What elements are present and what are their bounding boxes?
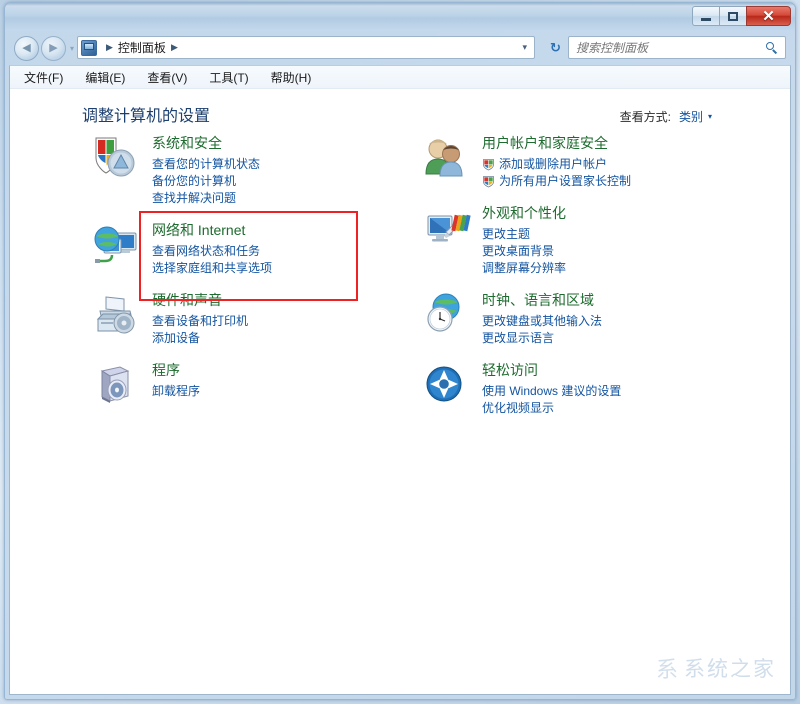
clock-region-icon [420, 289, 478, 343]
link-set-parental-controls[interactable]: 为所有用户设置家长控制 [482, 173, 631, 190]
link-change-display-language[interactable]: 更改显示语言 [482, 330, 602, 347]
category-title[interactable]: 程序 [152, 360, 200, 380]
category-hardware-and-sound[interactable]: 硬件和声音 查看设备和打印机 添加设备 [90, 289, 420, 347]
title-bar-sheen [5, 3, 795, 6]
control-panel-icon [81, 39, 97, 56]
printer-device-icon [90, 289, 148, 343]
minimize-button[interactable] [692, 6, 719, 26]
search-icon [766, 41, 778, 54]
view-by-label: 查看方式: [619, 110, 671, 124]
page-header: 调整计算机的设置 查看方式: 类别 ▾ [10, 88, 790, 132]
watermark: 系 系统之家 [656, 652, 776, 684]
category-grid: 系统和安全 查看您的计算机状态 备份您的计算机 查找并解决问题 网络和 Inte… [10, 132, 790, 694]
category-body: 轻松访问 使用 Windows 建议的设置 优化视频显示 [482, 359, 621, 417]
back-arrow-icon: ◀ [22, 42, 31, 54]
link-optimize-visual-display[interactable]: 优化视频显示 [482, 400, 621, 417]
view-by-value[interactable]: 类别 [679, 108, 703, 125]
programs-disc-icon [90, 359, 148, 413]
breadcrumb-separator-1: ▶ [106, 42, 113, 52]
link-check-computer-status[interactable]: 查看您的计算机状态 [152, 156, 260, 173]
watermark-logo: 系 [655, 657, 680, 682]
category-programs[interactable]: 程序 卸载程序 [90, 359, 420, 413]
history-dropdown-icon[interactable]: ▾ [70, 44, 74, 53]
link-change-theme[interactable]: 更改主题 [482, 226, 566, 243]
menu-edit[interactable]: 编辑(E) [85, 69, 125, 86]
refresh-button[interactable]: ↻ [544, 36, 567, 59]
link-homegroup-sharing-options[interactable]: 选择家庭组和共享选项 [152, 260, 272, 277]
security-shield-icon [90, 132, 148, 186]
menu-tools[interactable]: 工具(T) [209, 69, 248, 86]
link-add-device[interactable]: 添加设备 [152, 330, 248, 347]
link-view-devices-and-printers[interactable]: 查看设备和打印机 [152, 313, 248, 330]
category-body: 外观和个性化 更改主题 更改桌面背景 调整屏幕分辨率 [482, 202, 566, 277]
category-clock-language-and-region[interactable]: 时钟、语言和区域 更改键盘或其他输入法 更改显示语言 [420, 289, 750, 347]
maximize-button[interactable] [719, 6, 746, 26]
category-body: 用户帐户和家庭安全 添加或删除用户帐户 为所有用户设置家长控制 [482, 132, 631, 190]
page-title: 调整计算机的设置 [82, 108, 211, 125]
category-system-and-security[interactable]: 系统和安全 查看您的计算机状态 备份您的计算机 查找并解决问题 [90, 132, 420, 207]
control-panel-window: ✕ ◀ ▶ ▾ ▶ 控制面板 ▶ ▾ ↻ 搜索控制面板 文件(F) 编辑(E) … [4, 2, 796, 700]
close-icon: ✕ [762, 7, 775, 25]
link-use-windows-suggested-settings[interactable]: 使用 Windows 建议的设置 [482, 383, 621, 400]
ease-of-access-icon [420, 359, 478, 413]
breadcrumb-separator-2[interactable]: ▶ [171, 42, 178, 53]
chevron-down-icon[interactable]: ▾ [708, 112, 712, 121]
refresh-icon: ↻ [550, 39, 561, 55]
category-title[interactable]: 系统和安全 [152, 133, 260, 153]
desktop-background: ✕ ◀ ▶ ▾ ▶ 控制面板 ▶ ▾ ↻ 搜索控制面板 文件(F) 编辑(E) … [0, 0, 800, 704]
minimize-icon [701, 18, 711, 21]
link-find-and-fix-problems[interactable]: 查找并解决问题 [152, 190, 260, 207]
nav-buttons: ◀ ▶ ▾ [14, 36, 74, 61]
link-add-remove-user-accounts[interactable]: 添加或删除用户帐户 [482, 156, 631, 173]
category-title[interactable]: 轻松访问 [482, 360, 621, 380]
category-body: 时钟、语言和区域 更改键盘或其他输入法 更改显示语言 [482, 289, 602, 347]
link-change-keyboards-or-input-methods[interactable]: 更改键盘或其他输入法 [482, 313, 602, 330]
title-bar: ✕ [5, 3, 795, 31]
category-user-accounts-and-family-safety[interactable]: 用户帐户和家庭安全 添加或删除用户帐户 为所有用户设置家长控制 [420, 132, 750, 190]
menu-help[interactable]: 帮助(H) [271, 69, 312, 86]
category-body: 程序 卸载程序 [152, 359, 200, 413]
search-input[interactable]: 搜索控制面板 [576, 39, 648, 56]
window-controls: ✕ [692, 6, 791, 26]
navigation-bar: ◀ ▶ ▾ ▶ 控制面板 ▶ ▾ ↻ 搜索控制面板 [5, 31, 795, 65]
content-area: 文件(F) 编辑(E) 查看(V) 工具(T) 帮助(H) 调整计算机的设置 查… [9, 65, 791, 695]
uac-shield-icon [482, 175, 495, 188]
link-backup-computer[interactable]: 备份您的计算机 [152, 173, 260, 190]
forward-button[interactable]: ▶ [41, 36, 66, 61]
category-appearance-and-personalization[interactable]: 外观和个性化 更改主题 更改桌面背景 调整屏幕分辨率 [420, 202, 750, 277]
close-button[interactable]: ✕ [746, 6, 791, 26]
category-body: 网络和 Internet 查看网络状态和任务 选择家庭组和共享选项 [152, 219, 272, 277]
uac-shield-icon [482, 158, 495, 171]
menu-bar: 文件(F) 编辑(E) 查看(V) 工具(T) 帮助(H) [10, 66, 790, 89]
link-view-network-status[interactable]: 查看网络状态和任务 [152, 243, 272, 260]
category-column-left: 系统和安全 查看您的计算机状态 备份您的计算机 查找并解决问题 网络和 Inte… [90, 132, 420, 425]
category-title[interactable]: 硬件和声音 [152, 290, 248, 310]
watermark-text: 系统之家 [684, 658, 776, 681]
appearance-monitor-icon [420, 202, 478, 256]
category-title[interactable]: 网络和 Internet [152, 220, 272, 240]
address-bar[interactable]: ▶ 控制面板 ▶ ▾ [77, 36, 535, 59]
category-body: 系统和安全 查看您的计算机状态 备份您的计算机 查找并解决问题 [152, 132, 260, 207]
category-title[interactable]: 时钟、语言和区域 [482, 290, 602, 310]
category-network-and-internet[interactable]: 网络和 Internet 查看网络状态和任务 选择家庭组和共享选项 [90, 219, 420, 277]
forward-arrow-icon: ▶ [49, 42, 58, 54]
view-by-selector[interactable]: 查看方式: 类别 ▾ [620, 108, 712, 125]
user-accounts-icon [420, 132, 478, 186]
category-title[interactable]: 用户帐户和家庭安全 [482, 133, 631, 153]
address-dropdown-icon[interactable]: ▾ [522, 42, 534, 53]
maximize-icon [728, 11, 738, 21]
link-adjust-screen-resolution[interactable]: 调整屏幕分辨率 [482, 260, 566, 277]
category-body: 硬件和声音 查看设备和打印机 添加设备 [152, 289, 248, 347]
menu-view[interactable]: 查看(V) [147, 69, 187, 86]
network-globe-icon [90, 219, 148, 273]
category-column-right: 用户帐户和家庭安全 添加或删除用户帐户 为所有用户设置家长控制 外观和个性化 更… [420, 132, 750, 429]
category-ease-of-access[interactable]: 轻松访问 使用 Windows 建议的设置 优化视频显示 [420, 359, 750, 417]
category-title[interactable]: 外观和个性化 [482, 203, 566, 223]
breadcrumb-control-panel[interactable]: 控制面板 [118, 39, 166, 56]
menu-file[interactable]: 文件(F) [24, 69, 63, 86]
link-uninstall-program[interactable]: 卸载程序 [152, 383, 200, 400]
search-box[interactable]: 搜索控制面板 [568, 36, 786, 59]
link-change-desktop-background[interactable]: 更改桌面背景 [482, 243, 566, 260]
back-button[interactable]: ◀ [14, 36, 39, 61]
